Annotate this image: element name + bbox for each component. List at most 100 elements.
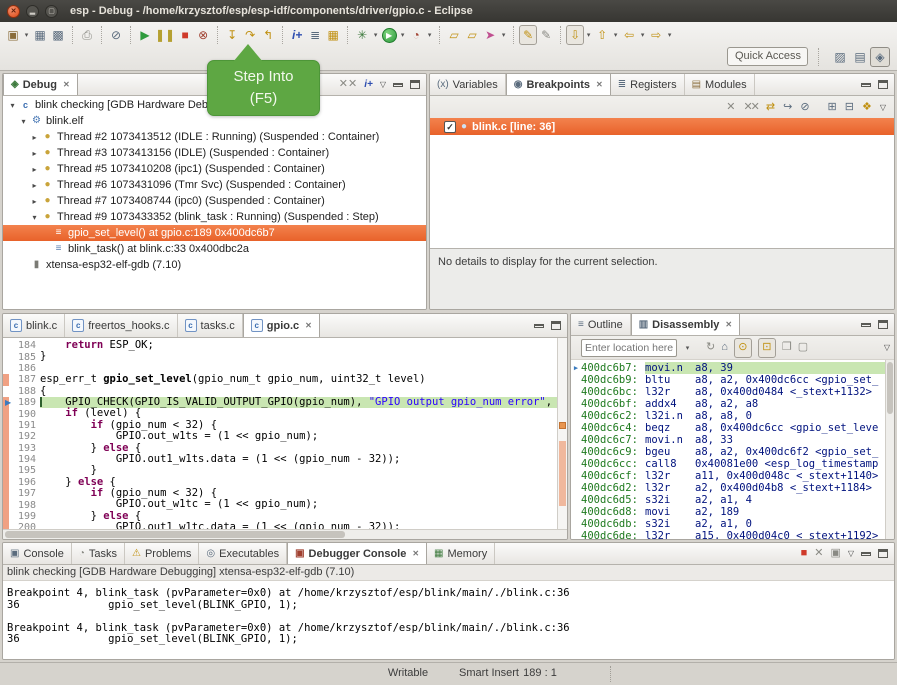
breakpoint-row[interactable]: ✓ ● blink.c [line: 36] <box>430 118 894 135</box>
asm-row[interactable]: 400dc6d2:l32ra2, 0x400d04b8 <_stext+1184… <box>571 482 885 494</box>
tree-expander-icon[interactable]: ▸ <box>29 165 40 174</box>
tab-close-icon[interactable]: ✕ <box>725 320 732 329</box>
asm-row[interactable]: ▶400dc6b7:movi.na8, 39 <box>571 362 885 374</box>
asm-row[interactable]: 400dc6db:s32ia2, a1, 0 <box>571 518 885 530</box>
next-annotation-button-dropdown-icon[interactable]: ▾ <box>584 31 593 39</box>
back-button-dropdown-icon[interactable]: ▾ <box>638 31 647 39</box>
debug-perspective-button[interactable]: ◈ <box>870 47 890 67</box>
pin-editor-button[interactable]: ✎ <box>537 25 555 45</box>
tree-expander-icon[interactable]: ▾ <box>18 117 29 126</box>
minimize-icon[interactable] <box>534 324 544 328</box>
pin-console-icon[interactable]: ▣ <box>830 548 840 559</box>
view-menu-icon[interactable]: ▽ <box>380 80 386 89</box>
remove-launch-icon[interactable]: ✕ <box>814 548 823 559</box>
annotation-ruler-cell[interactable] <box>3 386 16 397</box>
annotation-ruler-cell[interactable] <box>3 363 16 374</box>
line-number[interactable]: 188 <box>16 386 40 397</box>
disassembly-scrollbar[interactable] <box>885 360 894 539</box>
code-text[interactable]: esp_err_t gpio_set_level(gpio_num_t gpio… <box>40 374 557 385</box>
home-icon[interactable]: ⌂ <box>721 342 728 353</box>
back-button[interactable]: ⇦ <box>620 25 638 45</box>
asm-row[interactable]: 400dc6c9:bgeua8, a2, 0x400dc6f2 <gpio_se… <box>571 446 885 458</box>
step-over-button[interactable]: ↷ <box>241 25 259 45</box>
annotation-ruler-cell[interactable] <box>3 420 16 431</box>
line-number[interactable]: 195 <box>16 465 40 476</box>
tree-expander-icon[interactable]: ▸ <box>29 181 40 190</box>
line-number[interactable]: 198 <box>16 500 40 511</box>
tab-registers[interactable]: ≣Registers <box>611 74 685 95</box>
location-dropdown-icon[interactable]: ▾ <box>683 344 692 352</box>
editor-horizontal-scrollbar[interactable] <box>3 529 567 539</box>
tab-breakpoints[interactable]: ◉Breakpoints✕ <box>506 74 611 95</box>
tab-freertos-hooks-c[interactable]: cfreertos_hooks.c <box>65 314 177 337</box>
annotation-ruler-cell[interactable] <box>3 351 16 362</box>
debug-tree-item[interactable]: ▸●Thread #6 1073431096 (Tmr Svc) (Suspen… <box>3 177 426 193</box>
tab-blink-c[interactable]: cblink.c <box>3 314 65 337</box>
forward-button[interactable]: ⇨ <box>647 25 665 45</box>
remove-breakpoint-icon[interactable]: ✕ <box>726 102 735 113</box>
open-perspective-button[interactable]: ▨ <box>830 47 850 67</box>
quick-access-box[interactable]: Quick Access <box>727 47 808 66</box>
tab-disassembly[interactable]: ▥Disassembly✕ <box>631 314 740 335</box>
maximize-icon[interactable] <box>878 80 888 89</box>
annotation-ruler-cell[interactable] <box>3 522 16 529</box>
skip-all-breakpoints-button[interactable]: ⊘ <box>107 25 125 45</box>
tree-expander-icon[interactable]: ▸ <box>29 133 40 142</box>
view-menu-icon[interactable]: ▽ <box>880 103 886 112</box>
maximize-icon[interactable] <box>410 80 420 89</box>
code-text[interactable]: GPIO.out1_w1tc.data = (1 << (gpio_num - … <box>40 522 557 529</box>
line-number[interactable]: 194 <box>16 454 40 465</box>
external-tools-button-dropdown-icon[interactable]: ▾ <box>425 31 434 39</box>
line-number[interactable]: 185 <box>16 352 40 363</box>
maximize-icon[interactable] <box>878 320 888 329</box>
tab-debugger-console[interactable]: ▣Debugger Console✕ <box>287 543 427 564</box>
show-debug-elements-button[interactable]: ≣ <box>306 25 324 45</box>
code-text[interactable]: GPIO.out1_w1ts.data = (1 << (gpio_num - … <box>40 454 557 465</box>
minimize-icon[interactable] <box>861 83 871 87</box>
refresh-icon[interactable]: ↻ <box>706 342 715 353</box>
annotation-ruler-cell[interactable] <box>3 340 16 351</box>
skip-all-breakpoints-icon[interactable]: ⊘ <box>800 102 809 113</box>
open-element-button[interactable]: ▱ <box>445 25 463 45</box>
tab-variables[interactable]: (x)Variables <box>430 74 506 95</box>
tab-problems[interactable]: ⚠Problems <box>125 543 199 564</box>
tab-tasks[interactable]: ◔Tasks <box>72 543 125 564</box>
annotation-ruler-cell[interactable] <box>3 431 16 442</box>
minimize-icon[interactable] <box>861 552 871 556</box>
annotation-ruler-cell[interactable] <box>3 408 16 419</box>
cpp-perspective-button[interactable]: ▤ <box>850 47 870 67</box>
tree-expander-icon[interactable]: ▸ <box>29 197 40 206</box>
new-view-icon[interactable]: ❐ <box>782 342 792 353</box>
run-button[interactable]: ▶ <box>380 25 398 45</box>
code-text[interactable]: } <box>40 351 557 362</box>
line-number[interactable]: 189 <box>16 397 40 408</box>
overview-ruler[interactable] <box>557 338 567 529</box>
location-input[interactable] <box>581 339 677 357</box>
debug-tree-item[interactable]: ▮xtensa-esp32-elf-gdb (7.10) <box>3 257 426 273</box>
minimize-icon[interactable] <box>393 83 403 87</box>
tab-modules[interactable]: ▤Modules <box>685 74 755 95</box>
tab-close-icon[interactable]: ✕ <box>596 80 603 89</box>
next-annotation-button[interactable]: ⇩ <box>566 25 584 45</box>
manage-breakpoints-button[interactable]: ▦ <box>324 25 342 45</box>
annotation-ruler-cell[interactable] <box>3 477 16 488</box>
new-wizard-button[interactable]: ▣ <box>4 25 22 45</box>
maximize-icon[interactable] <box>878 549 888 558</box>
view-menu-icon[interactable]: ▽ <box>848 549 854 558</box>
launch-rocket-button-dropdown-icon[interactable]: ▾ <box>499 31 508 39</box>
annotation-ruler-cell[interactable] <box>3 374 16 385</box>
asm-row[interactable]: 400dc6cf:l32ra11, 0x400d048c <_stext+114… <box>571 470 885 482</box>
line-number[interactable]: 184 <box>16 340 40 351</box>
tab-console[interactable]: ▣Console <box>3 543 72 564</box>
annotation-ruler-cell[interactable] <box>3 511 16 522</box>
asm-row[interactable]: 400dc6d8:movia2, 189 <box>571 506 885 518</box>
window-maximize-button[interactable]: ▢ <box>45 5 58 18</box>
debug-button[interactable]: ✳ <box>353 25 371 45</box>
terminate-button[interactable]: ■ <box>176 25 194 45</box>
code-text[interactable]: } <box>40 465 557 476</box>
debug-tree-item[interactable]: ▸●Thread #7 1073408744 (ipc0) (Suspended… <box>3 193 426 209</box>
run-button-dropdown-icon[interactable]: ▾ <box>398 31 407 39</box>
step-return-button[interactable]: ↰ <box>259 25 277 45</box>
track-expression-icon[interactable]: ⊡ <box>758 338 776 358</box>
line-number[interactable]: 196 <box>16 477 40 488</box>
